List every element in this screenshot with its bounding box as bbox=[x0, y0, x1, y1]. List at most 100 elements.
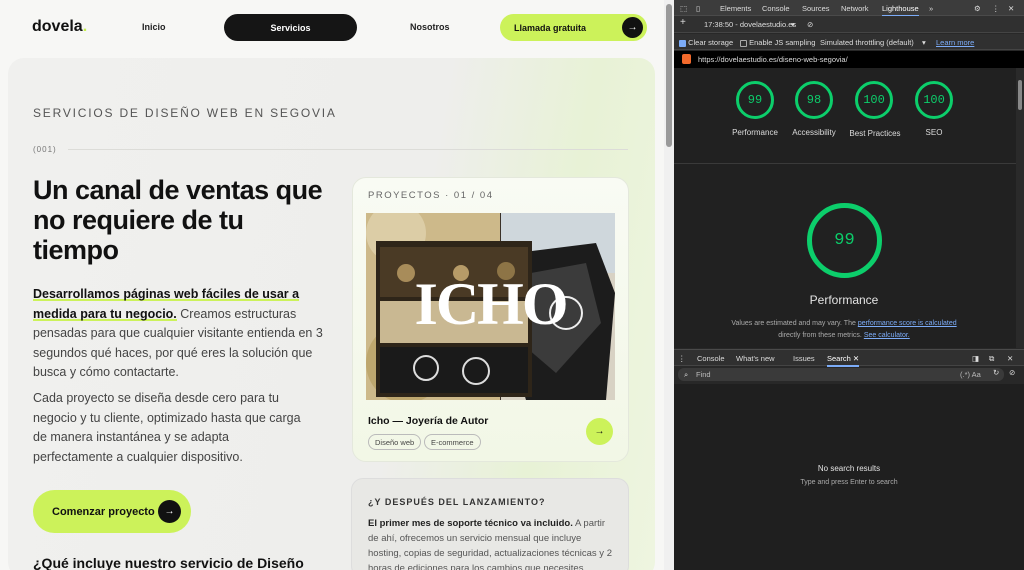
arrow-right-icon: → bbox=[622, 17, 643, 38]
post-launch-bold: El primer mes de soporte técnico va incl… bbox=[368, 518, 573, 529]
undock-icon[interactable]: ⧉ bbox=[989, 354, 994, 364]
clear-storage-checkbox[interactable] bbox=[679, 39, 686, 47]
gear-icon[interactable]: ⚙ bbox=[974, 4, 981, 13]
throttling-select[interactable]: Simulated throttling (default) bbox=[820, 38, 914, 47]
drawer-tab-issues[interactable]: Issues bbox=[793, 354, 815, 363]
hero-headline: Un canal de ventas que no requiere de tu… bbox=[33, 175, 323, 265]
kebab-menu-icon[interactable]: ⋮ bbox=[992, 4, 1000, 13]
project-title: Icho — Joyería de Autor bbox=[368, 415, 489, 427]
lighthouse-toolbar: + 17:38:50 - dovelaestudio.es ▾ ⊘ bbox=[674, 16, 1024, 33]
tab-console[interactable]: Console bbox=[762, 4, 790, 13]
tag-ecommerce: E-commerce bbox=[424, 434, 481, 450]
report-selector[interactable]: 17:38:50 - dovelaestudio.es bbox=[704, 20, 796, 29]
chevron-down-icon: ▾ bbox=[922, 38, 926, 47]
project-next-button[interactable]: → bbox=[586, 418, 613, 445]
arrow-right-icon: → bbox=[594, 426, 605, 437]
learn-more-link[interactable]: Learn more bbox=[936, 38, 974, 47]
hero-eyebrow: SERVICIOS DE DISEÑO WEB EN SEGOVIA bbox=[33, 106, 337, 120]
tab-network[interactable]: Network bbox=[841, 4, 869, 13]
nav-nosotros[interactable]: Nosotros bbox=[410, 22, 450, 32]
llamada-label: Llamada gratuita bbox=[514, 22, 587, 33]
comenzar-proyecto-button[interactable]: Comenzar proyecto → bbox=[33, 490, 191, 533]
cta-label: Comenzar proyecto bbox=[52, 505, 155, 518]
label-seo: SEO bbox=[925, 128, 943, 137]
nav-servicios[interactable]: Servicios bbox=[224, 14, 357, 41]
label-best-practices: Best Practices bbox=[849, 129, 901, 138]
tab-sources[interactable]: Sources bbox=[802, 4, 830, 13]
gauge-accessibility[interactable]: 98 bbox=[795, 81, 833, 119]
section-heading: ¿Qué incluye nuestro servicio de Diseño bbox=[33, 555, 304, 570]
hero-paragraph-2: Cada proyecto se diseña desde cero para … bbox=[33, 391, 301, 464]
clear-storage-label: Clear storage bbox=[688, 38, 734, 47]
drawer-toolbar: ⋮ Console What's new Issues Search ✕ ◨ ⧉… bbox=[674, 349, 1024, 367]
search-field[interactable]: ⌕ Find (.*) Aa bbox=[678, 368, 1004, 381]
logo-text: dovela bbox=[32, 18, 83, 35]
gauge-seo[interactable]: 100 bbox=[915, 81, 953, 119]
label-performance: Performance bbox=[732, 128, 778, 137]
inspect-icon[interactable]: ⬚ bbox=[680, 4, 687, 13]
clear-storage-option[interactable]: Clear storage bbox=[679, 38, 733, 47]
tab-elements[interactable]: Elements bbox=[720, 4, 751, 13]
audited-url[interactable]: https://dovelaestudio.es/diseno-web-sego… bbox=[698, 55, 848, 64]
arrow-right-icon: → bbox=[158, 500, 181, 523]
lighthouse-options: Clear storage Enable JS sampling Simulat… bbox=[674, 34, 1024, 50]
divider bbox=[68, 149, 628, 150]
main-performance-label: Performance bbox=[809, 293, 879, 307]
hero-paragraph-1: Desarrollamos páginas web fáciles de usa… bbox=[33, 285, 323, 383]
logo[interactable]: dovela. bbox=[32, 18, 87, 36]
post-launch-title: ¿Y DESPUÉS DEL LANZAMIENTO? bbox=[368, 497, 546, 507]
clear-icon[interactable]: ⊘ bbox=[807, 20, 813, 29]
dock-icon[interactable]: ◨ bbox=[972, 354, 979, 363]
project-counter: PROYECTOS · 01 / 04 bbox=[368, 190, 494, 201]
search-results: No search results Type and press Enter t… bbox=[674, 384, 1024, 570]
no-results-text: No search results bbox=[817, 464, 881, 473]
report-dropdown-icon[interactable]: ▾ bbox=[791, 20, 795, 29]
close-icon[interactable]: ✕ bbox=[1008, 4, 1014, 13]
lighthouse-report: 99 98 100 100 Performance Accessibility … bbox=[674, 68, 1016, 348]
post-launch-text: El primer mes de soporte técnico va incl… bbox=[368, 516, 613, 570]
js-sampling-label: Enable JS sampling bbox=[749, 38, 816, 47]
search-hint: Type and press Enter to search bbox=[800, 479, 898, 486]
clear-search-icon[interactable]: ⊘ bbox=[1009, 368, 1015, 377]
drawer-menu-icon[interactable]: ⋮ bbox=[678, 354, 686, 363]
drawer-tab-search[interactable]: Search ✕ bbox=[827, 354, 860, 367]
label-accessibility: Accessibility bbox=[792, 128, 836, 137]
see-calculator-link[interactable]: See calculator. bbox=[864, 332, 910, 339]
close-icon[interactable]: ✕ bbox=[1007, 354, 1013, 363]
section-number: (001) bbox=[33, 145, 57, 154]
js-sampling-option[interactable]: Enable JS sampling bbox=[740, 38, 815, 47]
search-input[interactable]: Find bbox=[696, 370, 711, 379]
main-performance-gauge: 99 bbox=[807, 203, 882, 278]
nav-inicio[interactable]: Inicio bbox=[142, 22, 166, 32]
more-tabs-icon[interactable]: » bbox=[929, 4, 933, 13]
note-text: Values are estimated and may vary. The bbox=[731, 320, 858, 327]
close-icon[interactable]: ✕ bbox=[853, 354, 859, 363]
score-calculated-link[interactable]: performance score is calculated bbox=[858, 320, 957, 327]
gauge-performance[interactable]: 99 bbox=[736, 81, 774, 119]
lighthouse-icon bbox=[682, 54, 691, 64]
devtools-panel: ⬚ ▯ Elements Console Sources Network Lig… bbox=[674, 0, 1024, 570]
search-tab-label: Search bbox=[827, 354, 851, 363]
plus-icon[interactable]: + bbox=[680, 17, 686, 28]
note-text: directly from these metrics. bbox=[778, 332, 864, 339]
scrollbar-thumb[interactable] bbox=[666, 4, 672, 147]
report-scrollbar[interactable] bbox=[1016, 68, 1024, 348]
devtools-toolbar: ⬚ ▯ Elements Console Sources Network Lig… bbox=[674, 0, 1024, 17]
audited-url-bar: https://dovelaestudio.es/diseno-web-sego… bbox=[674, 51, 1024, 68]
gauge-best-practices[interactable]: 100 bbox=[855, 81, 893, 119]
divider bbox=[674, 163, 1016, 164]
project-image-wordmark: ICHO bbox=[414, 271, 568, 337]
site-nav: dovela. Inicio Servicios Nosotros Llamad… bbox=[0, 0, 664, 56]
drawer-tab-console[interactable]: Console bbox=[697, 354, 725, 363]
search-icon: ⌕ bbox=[684, 370, 689, 379]
drawer-tab-whats-new[interactable]: What's new bbox=[736, 354, 775, 363]
scrollbar-thumb[interactable] bbox=[1018, 80, 1022, 110]
tag-diseno-web: Diseño web bbox=[368, 434, 422, 450]
js-sampling-checkbox[interactable] bbox=[740, 39, 747, 47]
device-toggle-icon[interactable]: ▯ bbox=[696, 4, 700, 13]
search-options[interactable]: (.*) Aa bbox=[960, 370, 981, 379]
website-viewport: dovela. Inicio Servicios Nosotros Llamad… bbox=[0, 0, 664, 570]
score-note: Values are estimated and may vary. The p… bbox=[694, 318, 994, 342]
llamada-gratuita-button[interactable]: Llamada gratuita → bbox=[500, 14, 647, 41]
refresh-icon[interactable]: ↻ bbox=[993, 368, 999, 377]
